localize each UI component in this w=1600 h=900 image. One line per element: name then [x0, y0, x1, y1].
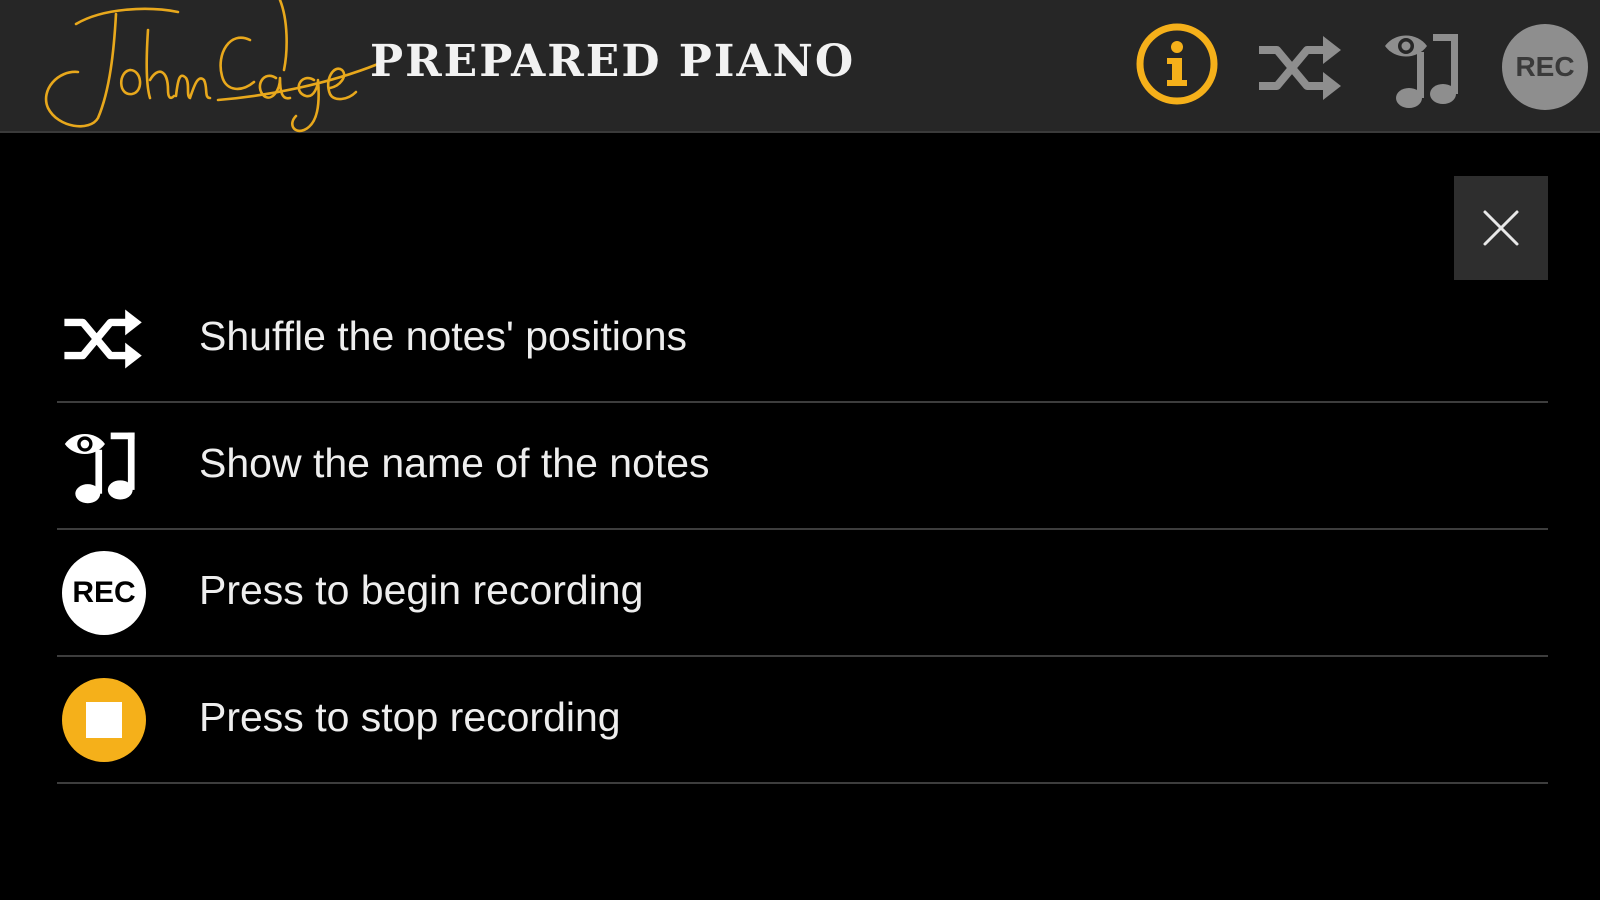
show-note-names-button[interactable]: [1383, 24, 1469, 114]
shuffle-icon: [61, 296, 147, 382]
top-bar: PREPARED PIANO REC: [0, 0, 1600, 133]
close-icon: [1483, 210, 1519, 246]
john-cage-signature-logo: [44, 0, 380, 133]
help-legend-list: Shuffle the notes' positions Show the na…: [57, 276, 1548, 784]
stop-icon: [61, 677, 147, 763]
app-title: PREPARED PIANO: [370, 36, 856, 87]
stop-circle: [62, 678, 146, 762]
eye-music-note-icon: [1385, 34, 1458, 108]
rec-label: REC: [1515, 51, 1575, 82]
record-button[interactable]: REC: [1502, 24, 1588, 110]
shuffle-button[interactable]: [1255, 28, 1345, 108]
legend-label: Press to stop recording: [199, 694, 621, 740]
close-button[interactable]: [1454, 176, 1548, 280]
info-icon: [1136, 23, 1218, 105]
legend-item-shuffle: Shuffle the notes' positions: [57, 276, 1548, 403]
legend-label: Show the name of the notes: [199, 440, 710, 486]
rec-icon: REC: [61, 550, 147, 636]
legend-item-stop: Press to stop recording: [57, 657, 1548, 784]
info-button[interactable]: [1133, 20, 1221, 108]
legend-label: Press to begin recording: [199, 567, 644, 613]
stop-square: [86, 702, 122, 738]
legend-item-show-names: Show the name of the notes: [57, 403, 1548, 530]
rec-icon-label: REC: [62, 551, 146, 635]
legend-item-record: REC Press to begin recording: [57, 530, 1548, 657]
eye-music-note-icon: [61, 423, 147, 509]
shuffle-icon: [1259, 36, 1341, 100]
legend-label: Shuffle the notes' positions: [199, 313, 688, 359]
